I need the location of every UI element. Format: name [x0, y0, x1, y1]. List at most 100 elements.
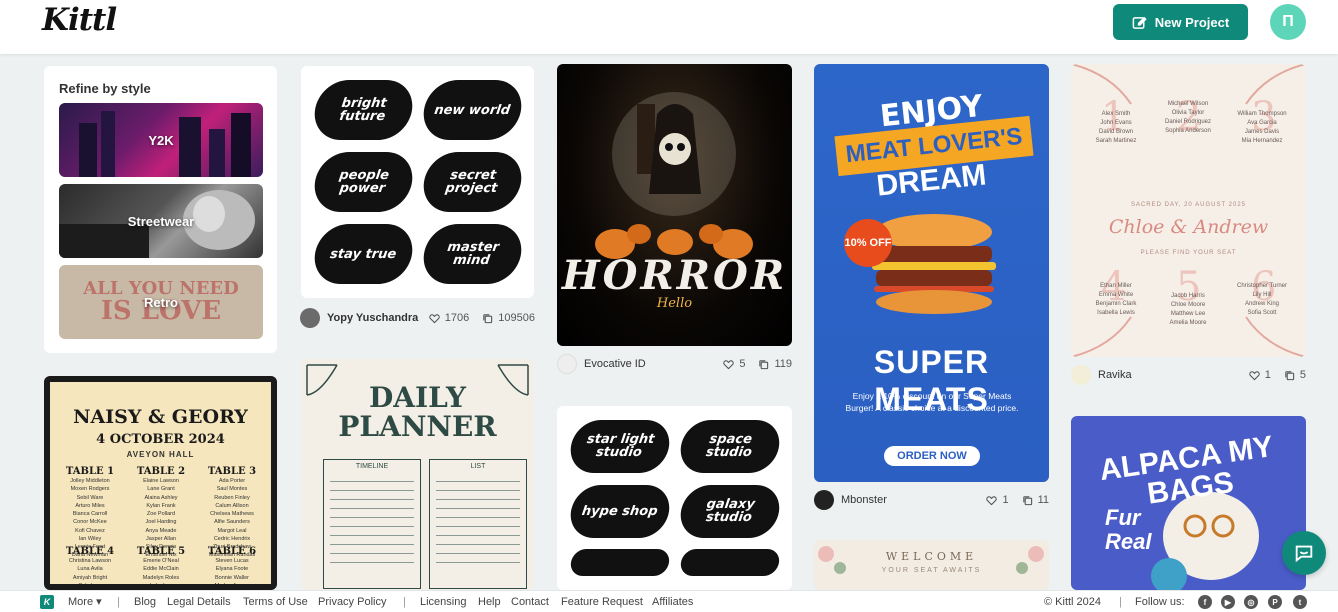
author-avatar[interactable]	[1071, 365, 1091, 385]
refine-by-style-panel: Refine by style Y2K Streetwear ALL YOU N…	[44, 66, 277, 353]
planner-line	[436, 490, 520, 491]
footer-link-licensing[interactable]: Licensing	[420, 596, 466, 608]
footer-link-legal[interactable]: Legal Details	[167, 596, 231, 608]
planner-timeline-column: TIMELINE	[323, 459, 421, 589]
copy-count: 5	[1299, 369, 1306, 381]
like-count: 1	[1002, 494, 1009, 506]
author-avatar[interactable]	[300, 308, 320, 328]
copy-count: 119	[774, 358, 792, 370]
style-card-retro[interactable]: ALL YOU NEED IS LOVE Retro	[59, 265, 263, 339]
new-project-label: New Project	[1154, 14, 1230, 30]
author-avatar[interactable]	[814, 490, 834, 510]
planner-title: DAILY PLANNER	[338, 381, 497, 444]
footer-link-terms[interactable]: Terms of Use	[243, 596, 308, 608]
alpaca-fur-real: Fur Real	[1105, 505, 1152, 555]
copy-icon	[1285, 370, 1295, 380]
logo-tile: hype shop	[567, 484, 673, 538]
wedding-date: SACRED DAY, 20 AUGUST 2025	[1130, 202, 1247, 208]
facebook-icon[interactable]: f	[1198, 595, 1212, 609]
logo-tile: people power	[310, 152, 416, 212]
template-card-daily-planner[interactable]: DAILY PLANNER TIMELINE LIST	[301, 359, 534, 590]
author-name[interactable]: Mbonster	[841, 494, 887, 506]
template-card-super-meats[interactable]: ENJOY MEAT LOVER'S DREAM 10% OFF SUPER M…	[814, 64, 1049, 482]
style-label-retro: Retro	[144, 294, 178, 310]
card-stats: 1 11	[986, 494, 1049, 506]
planner-line	[330, 544, 414, 545]
style-card-y2k[interactable]: Y2K	[59, 103, 263, 177]
planner-line	[330, 508, 414, 509]
template-card-horror[interactable]: HORROR Hello	[557, 64, 792, 346]
heart-icon[interactable]	[429, 313, 440, 324]
template-card-wedding-seating[interactable]: 1 2 3 4 5 6 Alex Smith John Evans David …	[1071, 64, 1306, 357]
guest-list: Alex Smith John Evans David Brown Sarah …	[1095, 111, 1137, 144]
top-header: Kittl New Project П	[0, 0, 1338, 54]
card-meta-meat: Mbonster 1 11	[814, 489, 1049, 511]
author-avatar[interactable]	[557, 354, 577, 374]
logo-tile	[678, 549, 780, 576]
naisy-date: 4 OCTOBER 2024	[96, 432, 225, 447]
instagram-icon[interactable]: ◎	[1244, 595, 1258, 609]
template-card-bright-future[interactable]: bright future new world people power sec…	[301, 66, 534, 298]
copy-icon	[483, 313, 493, 323]
footer-link-feature-request[interactable]: Feature Request	[561, 596, 643, 608]
twitter-icon[interactable]: t	[1293, 595, 1307, 609]
logo-tile: secret project	[419, 152, 525, 212]
logo-tile: space studio	[676, 420, 782, 473]
copy-count: 109506	[498, 312, 535, 324]
planner-list-column: LIST	[429, 459, 527, 589]
footer-divider: |	[403, 595, 406, 608]
footer-copyright: © Kittl 2024	[1044, 595, 1102, 608]
template-card-welcome[interactable]: WELCOME YOUR SEAT AWAITS	[814, 540, 1049, 590]
youtube-icon[interactable]: ▶	[1221, 595, 1235, 609]
footer-link-contact[interactable]: Contact	[511, 596, 549, 608]
author-name[interactable]: Yopy Yuschandra	[327, 312, 418, 324]
order-now-button: ORDER NOW	[884, 446, 980, 466]
pinterest-icon[interactable]: P	[1268, 595, 1282, 609]
footer-link-affiliates[interactable]: Affiliates	[652, 596, 693, 608]
kittl-logo[interactable]: Kittl	[42, 2, 117, 38]
planner-line	[436, 499, 520, 500]
new-project-button[interactable]: New Project	[1113, 4, 1248, 40]
copy-count: 11	[1037, 494, 1049, 506]
heart-icon[interactable]	[1249, 370, 1260, 381]
author-name[interactable]: Ravika	[1098, 369, 1132, 381]
template-card-naisy-geory[interactable]: NAISY & GEORY 4 OCTOBER 2024 AVEYON HALL…	[44, 376, 277, 590]
planner-line	[436, 544, 520, 545]
table-title: TABLE 2	[136, 466, 186, 477]
heart-icon[interactable]	[986, 495, 998, 506]
footer-link-privacy[interactable]: Privacy Policy	[318, 596, 386, 608]
naisy-title: NAISY & GEORY	[73, 406, 248, 428]
table-title: TABLE 5	[136, 546, 186, 557]
table-guests: Steven Lucas Elyana Foote Bonnie Waller …	[214, 558, 250, 589]
style-card-streetwear[interactable]: Streetwear	[59, 184, 263, 258]
footer-link-blog[interactable]: Blog	[134, 596, 156, 608]
kittl-footer-logo[interactable]: K	[40, 595, 54, 609]
chat-support-button[interactable]	[1282, 531, 1326, 575]
user-avatar[interactable]: П	[1270, 4, 1306, 40]
logo-tile: new world	[419, 80, 525, 140]
logo-tile: master mind	[419, 224, 525, 284]
welcome-title: WELCOME	[885, 550, 978, 563]
footer-more-dropdown[interactable]: More ▾	[68, 595, 102, 608]
footer-divider: |	[117, 595, 120, 608]
footer: K More ▾ | Blog Legal Details Terms of U…	[0, 590, 1338, 612]
planner-line	[330, 535, 414, 536]
card-stats: 5 119	[723, 358, 792, 370]
like-count: 5	[739, 358, 746, 370]
author-name[interactable]: Evocative ID	[584, 358, 646, 370]
footer-divider: |	[1119, 595, 1122, 608]
style-label-y2k: Y2K	[148, 132, 174, 148]
table-title: TABLE 3	[207, 466, 257, 477]
template-card-alpaca[interactable]: ALPACA MY BAGS Fur Real	[1071, 416, 1306, 590]
wedding-names: Chloe & Andrew	[1108, 216, 1269, 238]
footer-link-help[interactable]: Help	[478, 596, 501, 608]
chat-icon	[1295, 545, 1313, 563]
naisy-hall: AVEYON HALL	[126, 450, 195, 459]
like-count: 1706	[444, 312, 470, 324]
planner-line	[330, 517, 414, 518]
floral-decoration	[818, 546, 1044, 574]
template-card-star-light-studio[interactable]: star light studio space studio hype shop…	[557, 406, 792, 590]
heart-icon[interactable]	[723, 359, 735, 370]
logo-tile: stay true	[310, 224, 416, 284]
guest-list: William Thompson Ava Garcia James Davis …	[1237, 111, 1287, 144]
